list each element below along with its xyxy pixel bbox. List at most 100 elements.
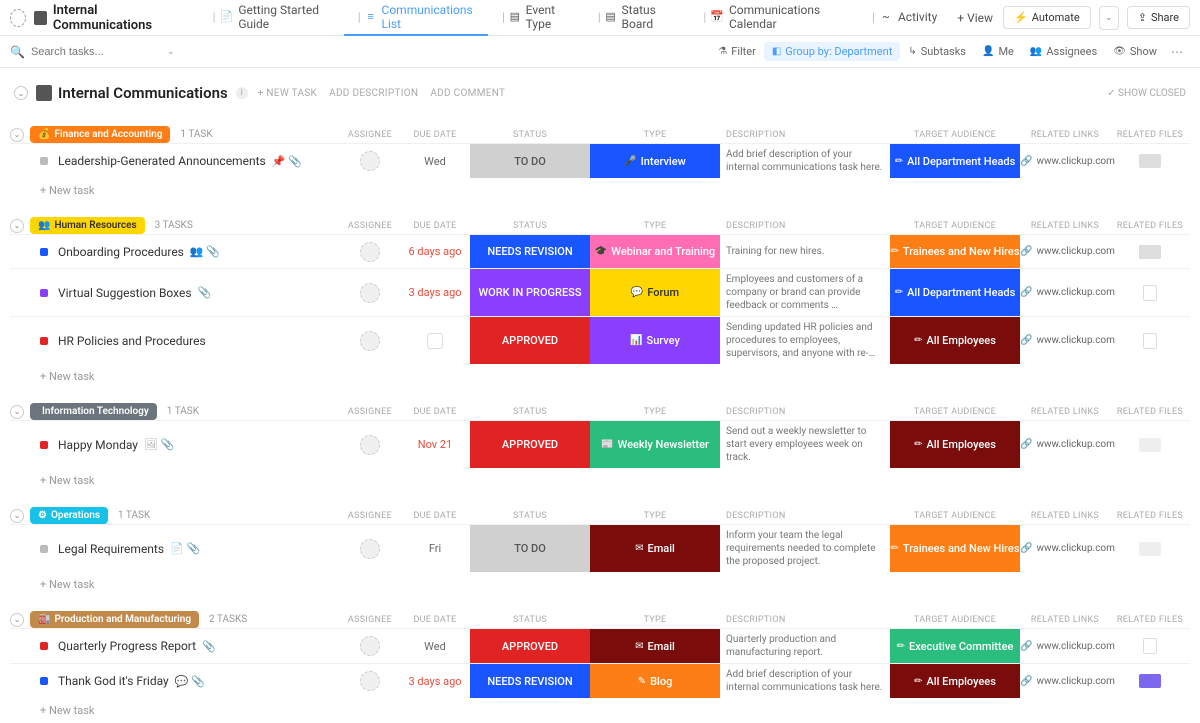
col-links[interactable]: RELATED LINKS (1020, 407, 1110, 417)
group-label[interactable]: Information Technology (30, 403, 157, 420)
group-collapse[interactable]: ⌄ (10, 509, 24, 523)
assignee-cell[interactable] (340, 629, 400, 663)
new-task-button[interactable]: + NEW TASK (258, 88, 317, 99)
col-status[interactable]: STATUS (470, 511, 590, 521)
avatar-placeholder-icon[interactable] (360, 636, 380, 656)
date-placeholder-icon[interactable] (427, 333, 443, 349)
col-files[interactable]: RELATED FILES (1110, 407, 1190, 417)
desc-cell[interactable]: Employees and customers of a company or … (720, 269, 890, 316)
files-cell[interactable] (1110, 421, 1190, 468)
due-cell[interactable]: Nov 21 (400, 421, 470, 468)
desc-cell[interactable]: Send out a weekly newsletter to start ev… (720, 421, 890, 468)
group-label[interactable]: 💰Finance and Accounting (30, 126, 170, 143)
task-extras[interactable]: 📎 (198, 286, 212, 299)
type-cell[interactable]: 💬Forum (590, 269, 720, 316)
files-cell[interactable] (1110, 629, 1190, 663)
share-button[interactable]: ⇪Share (1127, 6, 1190, 29)
col-files[interactable]: RELATED FILES (1110, 511, 1190, 521)
status-cell[interactable]: WORK IN PROGRESS (470, 269, 590, 316)
file-thumb[interactable] (1139, 154, 1161, 168)
col-due[interactable]: DUE DATE (400, 511, 470, 521)
col-files[interactable]: RELATED FILES (1110, 221, 1190, 231)
assignee-cell[interactable] (340, 664, 400, 698)
avatar-placeholder-icon[interactable] (360, 242, 380, 262)
workspace-icon[interactable] (10, 9, 26, 27)
file-thumb[interactable] (1139, 245, 1161, 259)
task-name-cell[interactable]: Happy Monday 🖼 📎 (10, 421, 340, 468)
col-type[interactable]: TYPE (590, 511, 720, 521)
task-extras[interactable]: 💬 📎 (175, 675, 205, 688)
status-cell[interactable]: NEEDS REVISION (470, 664, 590, 698)
task-name-cell[interactable]: Quarterly Progress Report 📎 (10, 629, 340, 663)
files-cell[interactable] (1110, 525, 1190, 572)
audience-cell[interactable]: ✏Executive Committee (890, 629, 1020, 663)
group-label[interactable]: 🏭Production and Manufacturing (30, 611, 199, 628)
col-links[interactable]: RELATED LINKS (1020, 615, 1110, 625)
assignee-cell[interactable] (340, 525, 400, 572)
assignee-cell[interactable] (340, 421, 400, 468)
due-cell[interactable]: Fri (400, 525, 470, 572)
col-desc[interactable]: DESCRIPTION (720, 130, 890, 140)
audience-cell[interactable]: ✏All Employees (890, 421, 1020, 468)
col-audience[interactable]: TARGET AUDIENCE (890, 615, 1020, 625)
new-task-button[interactable]: + New task (10, 178, 1190, 203)
tab-getting-started-guide[interactable]: |📄Getting Started Guide (199, 0, 344, 36)
tab-status-board[interactable]: |▤Status Board (584, 0, 690, 36)
task-extras[interactable]: 📌 📎 (272, 155, 302, 168)
col-type[interactable]: TYPE (590, 615, 720, 625)
automate-button[interactable]: ⚡Automate (1003, 6, 1091, 29)
col-assignee[interactable]: ASSIGNEE (340, 511, 400, 521)
link-cell[interactable]: 🔗www.clickup.com (1020, 317, 1110, 364)
automate-dropdown[interactable]: ⌄ (1099, 6, 1119, 30)
col-desc[interactable]: DESCRIPTION (720, 407, 890, 417)
col-due[interactable]: DUE DATE (400, 615, 470, 625)
task-name-cell[interactable]: Leadership-Generated Announcements 📌 📎 (10, 144, 340, 178)
add-comment-button[interactable]: ADD COMMENT (430, 88, 505, 99)
link-cell[interactable]: 🔗www.clickup.com (1020, 144, 1110, 178)
status-cell[interactable]: APPROVED (470, 629, 590, 663)
status-cell[interactable]: TO DO (470, 525, 590, 572)
task-extras[interactable]: 🖼 📎 (144, 438, 174, 451)
audience-cell[interactable]: ✏All Department Heads (890, 144, 1020, 178)
assignee-cell[interactable] (340, 235, 400, 268)
audience-cell[interactable]: ✏All Employees (890, 317, 1020, 364)
file-doc-icon[interactable] (1143, 333, 1157, 349)
col-status[interactable]: STATUS (470, 615, 590, 625)
status-cell[interactable]: APPROVED (470, 317, 590, 364)
file-doc-icon[interactable] (1143, 638, 1157, 654)
file-thumb[interactable] (1139, 542, 1161, 556)
link-cell[interactable]: 🔗www.clickup.com (1020, 664, 1110, 698)
due-cell[interactable]: 3 days ago (400, 269, 470, 316)
type-cell[interactable]: 📊Survey (590, 317, 720, 364)
col-audience[interactable]: TARGET AUDIENCE (890, 407, 1020, 417)
new-task-button[interactable]: + New task (10, 364, 1190, 389)
task-name-cell[interactable]: Thank God it's Friday 💬 📎 (10, 664, 340, 698)
desc-cell[interactable]: Inform your team the legal requirements … (720, 525, 890, 572)
tab-communications-list[interactable]: |≡Communications List (344, 0, 488, 36)
due-cell[interactable]: 6 days ago (400, 235, 470, 268)
assignee-cell[interactable] (340, 144, 400, 178)
avatar-placeholder-icon[interactable] (360, 671, 380, 691)
filter-button[interactable]: ⚗Filter (710, 45, 764, 58)
group-collapse[interactable]: ⌄ (10, 128, 24, 142)
col-assignee[interactable]: ASSIGNEE (340, 407, 400, 417)
assignees-button[interactable]: 👥Assignees (1022, 45, 1105, 58)
col-status[interactable]: STATUS (470, 221, 590, 231)
search-input[interactable] (31, 46, 161, 58)
link-cell[interactable]: 🔗www.clickup.com (1020, 525, 1110, 572)
group-label[interactable]: 👥Human Resources (30, 217, 145, 234)
col-audience[interactable]: TARGET AUDIENCE (890, 511, 1020, 521)
task-name-cell[interactable]: Onboarding Procedures 👥 📎 (10, 235, 340, 268)
add-description-button[interactable]: ADD DESCRIPTION (329, 88, 418, 99)
show-closed-toggle[interactable]: ✓ SHOW CLOSED (1107, 88, 1186, 99)
task-row[interactable]: Leadership-Generated Announcements 📌 📎 W… (10, 143, 1190, 178)
add-view-button[interactable]: + View (947, 11, 1003, 25)
show-button[interactable]: 👁Show (1105, 45, 1165, 58)
task-name-cell[interactable]: Legal Requirements 📄 📎 (10, 525, 340, 572)
desc-cell[interactable]: Sending updated HR policies and procedur… (720, 317, 890, 364)
task-row[interactable]: Onboarding Procedures 👥 📎 6 days ago NEE… (10, 234, 1190, 268)
avatar-placeholder-icon[interactable] (360, 331, 380, 351)
task-row[interactable]: Legal Requirements 📄 📎 Fri TO DO ✉Email … (10, 524, 1190, 572)
tab-activity[interactable]: |~Activity (858, 0, 947, 36)
more-options[interactable]: ⋯ (1165, 45, 1190, 59)
